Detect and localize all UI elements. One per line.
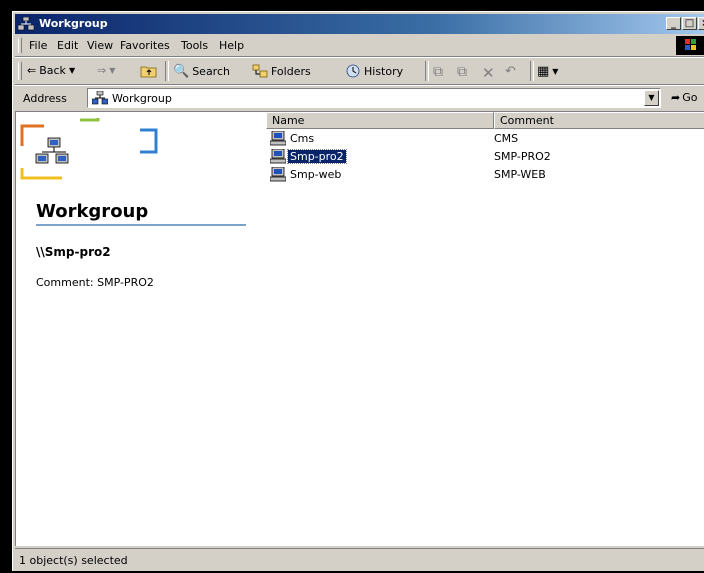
windows-logo-icon — [676, 36, 704, 55]
history-icon — [346, 64, 360, 78]
undo-icon: ↶ — [505, 64, 516, 79]
forward-arrow-icon: ⇒ — [97, 64, 107, 77]
up-folder-button[interactable] — [140, 64, 158, 78]
computer-icon — [270, 131, 286, 146]
folders-button[interactable]: Folders — [252, 64, 311, 78]
go-label: Go — [682, 91, 698, 104]
status-text: 1 object(s) selected — [19, 554, 128, 567]
explorer-window: Workgroup _ □ × File Edit View Favorites… — [12, 11, 704, 571]
workgroup-banner-icon — [20, 118, 158, 180]
details-list: Name Comment Cms CMS Smp-pro2 SMP-PRO2 S… — [266, 112, 704, 546]
computer-icon — [270, 149, 286, 164]
menu-view[interactable]: View — [87, 39, 113, 52]
move-to-button[interactable]: ⧉ — [433, 64, 443, 80]
go-arrow-icon: ➦ — [671, 91, 681, 104]
item-comment: SMP-WEB — [494, 168, 546, 181]
go-button[interactable]: ➦ Go — [671, 91, 697, 104]
copy-to-button[interactable]: ⧉ — [457, 64, 467, 80]
toolbar-separator — [530, 61, 534, 81]
menu-file[interactable]: File — [29, 39, 47, 52]
toolbar-grip[interactable] — [18, 62, 22, 80]
search-icon: 🔍 — [173, 64, 190, 79]
undo-button[interactable]: ↶ — [505, 64, 516, 79]
folders-icon — [252, 64, 268, 78]
toolbar-separator — [165, 61, 169, 81]
computer-icon — [270, 167, 286, 182]
back-arrow-icon: ⇐ — [27, 64, 37, 77]
webview-info-pane: Workgroup \\Smp-pro2 Comment: SMP-PRO2 — [16, 112, 264, 546]
status-bar: 1 object(s) selected — [15, 548, 704, 573]
list-header: Name Comment — [266, 112, 704, 129]
address-label: Address — [23, 92, 67, 105]
menu-favorites[interactable]: Favorites — [120, 39, 170, 52]
item-name: Cms — [290, 132, 315, 145]
selected-item-comment: Comment: SMP-PRO2 — [36, 276, 154, 289]
menu-grip[interactable] — [18, 38, 22, 53]
forward-button[interactable]: ⇒ ▼ — [97, 64, 115, 77]
item-name: Smp-web — [290, 168, 342, 181]
search-button[interactable]: 🔍 Search — [173, 64, 230, 79]
workgroup-icon — [92, 91, 108, 105]
copy-to-icon: ⧉ — [457, 64, 467, 80]
forward-dropdown-icon: ▼ — [109, 66, 116, 75]
delete-icon: ✕ — [482, 64, 495, 82]
history-label: History — [364, 64, 404, 78]
close-button[interactable]: × — [698, 17, 704, 30]
title-bar[interactable]: Workgroup _ □ × — [15, 14, 704, 34]
menu-tools[interactable]: Tools — [181, 39, 208, 52]
minimize-button[interactable]: _ — [666, 17, 681, 30]
menu-help[interactable]: Help — [219, 39, 244, 52]
address-dropdown-button[interactable]: ▼ — [644, 90, 659, 106]
maximize-button[interactable]: □ — [682, 17, 697, 30]
views-button[interactable]: ▦ ▼ — [537, 64, 558, 79]
item-name: Smp-pro2 — [287, 149, 347, 164]
column-header-name[interactable]: Name — [266, 112, 494, 129]
item-comment: CMS — [494, 132, 519, 145]
network-icon — [18, 17, 34, 31]
back-button[interactable]: ⇐ Back ▼ — [27, 64, 75, 77]
standard-toolbar: ⇐ Back ▼ ⇒ ▼ 🔍 Search Folders History ⧉ … — [15, 57, 704, 85]
history-button[interactable]: History — [345, 64, 403, 78]
toolbar-separator — [425, 61, 429, 81]
list-item[interactable]: Smp-web SMP-WEB — [266, 166, 704, 184]
menu-edit[interactable]: Edit — [57, 39, 78, 52]
selected-item-name: \\Smp-pro2 — [36, 245, 111, 259]
address-input[interactable]: Workgroup ▼ — [87, 88, 661, 108]
menu-bar: File Edit View Favorites Tools Help — [15, 35, 704, 57]
pane-title: Workgroup — [36, 201, 246, 226]
views-icon: ▦ — [537, 64, 550, 79]
content-area: Workgroup \\Smp-pro2 Comment: SMP-PRO2 N… — [15, 111, 704, 546]
back-dropdown-icon[interactable]: ▼ — [69, 66, 75, 75]
list-item[interactable]: Cms CMS — [266, 130, 704, 148]
address-value: Workgroup — [112, 92, 172, 105]
delete-button[interactable]: ✕ — [482, 64, 495, 82]
search-label: Search — [192, 65, 230, 78]
list-item[interactable]: Smp-pro2 SMP-PRO2 — [266, 148, 704, 166]
move-to-icon: ⧉ — [433, 64, 443, 80]
column-header-comment[interactable]: Comment — [494, 112, 704, 129]
up-folder-icon — [140, 66, 157, 78]
views-dropdown-icon: ▼ — [552, 67, 559, 76]
item-comment: SMP-PRO2 — [494, 150, 551, 163]
folders-label: Folders — [271, 64, 311, 78]
back-label: Back — [39, 64, 66, 77]
address-bar: Address Workgroup ▼ ➦ Go — [15, 85, 704, 112]
window-title: Workgroup — [39, 17, 108, 30]
